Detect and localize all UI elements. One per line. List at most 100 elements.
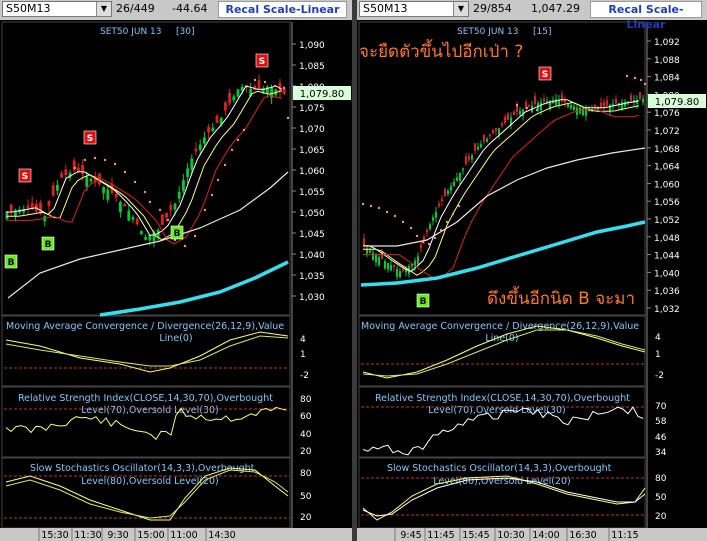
candle [127,210,131,221]
sar-dot [123,170,127,174]
price-tick-label: 1,056 [654,198,680,208]
price-tick-label: 1,032 [654,305,680,315]
candle [378,256,380,266]
price-tick-label: 1,044 [654,252,680,262]
macd-title-line2: Line(0) [159,333,192,344]
rsi-tick-label: 58 [655,417,667,427]
candle [432,217,434,221]
candle [47,200,51,207]
candle [444,188,446,196]
price-tick-label: 1,090 [299,41,325,51]
candle [173,203,177,210]
candle [447,190,449,195]
candle [456,177,458,181]
stochastic-tick-label: 20 [300,513,312,523]
candle [194,148,198,152]
sar-dot [216,178,220,182]
recal-scale-button[interactable]: Recal Scale-Linear [218,1,347,18]
sar-dot [236,138,240,142]
sar-dot [427,242,431,246]
candle [144,236,147,240]
rsi-title: Relative Strength Index(CLOSE,14,30,70),… [375,393,630,404]
stochastic-tick-label: 20 [655,512,667,522]
candle [85,176,89,187]
stochastic-tick-label: 80 [300,469,312,479]
candle [555,99,557,105]
candle [462,168,464,171]
candle [5,211,9,220]
candle [51,185,55,196]
candle [161,214,164,225]
macd-tick-label: -2 [655,371,664,381]
sar-dot [439,228,443,232]
candle [190,158,194,170]
chevron-down-icon[interactable]: ▼ [96,2,111,16]
sar-dot [183,244,187,248]
price-tick-label: 1,030 [299,293,325,303]
macd-title: Moving Average Convergence / Divergence(… [6,321,284,332]
macd-tick-label: 1 [300,350,306,360]
candle [417,256,419,264]
sar-dot [103,158,107,162]
sar-dot [133,180,137,184]
sar-dot [282,86,286,90]
chevron-down-icon[interactable]: ▼ [453,2,468,16]
candle [546,101,548,103]
candle [465,156,467,165]
candle [224,102,227,111]
sar-dot [193,234,197,238]
candle [228,92,231,104]
chart-canvas-right[interactable]: 1,0921,0881,0841,0801,0761,0721,0681,064… [357,0,707,541]
price-tick-label: 1,045 [299,230,325,240]
candle [630,95,632,101]
price-change: 1,047.29 [531,2,580,15]
price-tick-label: 1,076 [654,109,680,119]
price-tick-label: 1,055 [299,188,325,198]
candle [384,261,386,269]
symbol-value: S50M13 [363,2,408,15]
candle [56,184,59,191]
candle [81,165,84,175]
price-change: -44.64 [172,2,208,15]
sar-dot [148,200,152,204]
price-panel [358,21,646,316]
signal-label: B [45,240,52,250]
rsi-tick-label: 34 [655,448,667,458]
candle [543,98,545,102]
candle [534,96,536,105]
chart-title: SET50 JUN 13 [457,27,519,37]
price-tick-label: 1,084 [654,74,680,84]
sar-dot [242,128,246,132]
price-tick-label: 1,088 [654,56,680,66]
sar-dot [263,80,267,84]
candle [429,224,431,230]
price-tick-label: 1,052 [654,216,680,226]
candle [123,203,126,207]
candle [567,103,569,107]
chart-toolbar-right: S50M13 ▼ 29/854 1,047.29 Recal Scale-Line… [357,0,707,31]
candle [236,89,240,97]
candle [435,211,437,218]
price-tick-label: 1,040 [299,251,325,261]
sar-dot [361,202,365,206]
symbol-select-left[interactable]: S50M13 ▼ [2,1,112,17]
candle [570,105,572,109]
chart-window-left: 1,0901,0851,0801,0751,0701,0651,0601,055… [0,0,352,541]
candle [9,204,13,212]
recal-scale-button[interactable]: Recal Scale-Linear [590,1,702,31]
candle [426,229,428,233]
candle [169,205,173,211]
candle [450,186,452,191]
chart-canvas-left[interactable]: 1,0901,0851,0801,0751,0701,0651,0601,055… [0,0,352,541]
signal-label: S [22,172,28,182]
rsi-title-line2: Level(70),Oversold Level(30) [81,405,218,416]
sar-dot [409,226,413,230]
sar-dot [166,218,170,222]
candle [186,168,189,177]
time-tick-label: 14:30 [208,530,235,541]
candle [282,88,286,94]
symbol-select-right[interactable]: S50M13 ▼ [359,1,469,17]
sar-dot [415,234,419,238]
sar-dot [385,210,389,214]
rsi-tick-label: 70 [655,402,667,412]
